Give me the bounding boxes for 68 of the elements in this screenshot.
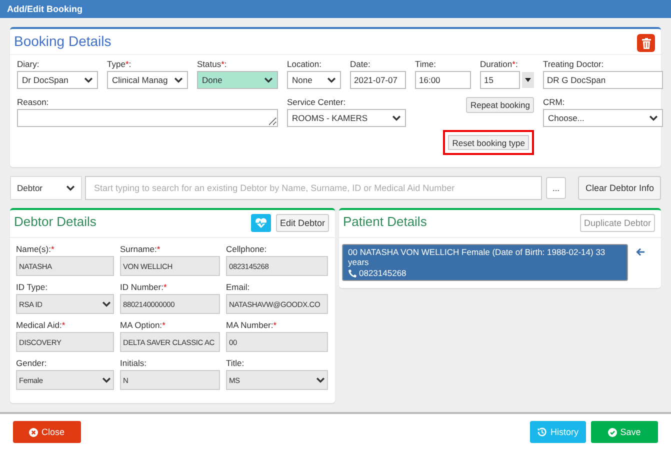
field-label: Diary: (17, 59, 40, 69)
search-field[interactable]: Start typing to search for an existing Debtor by Name, Surname, ID or Medical Aid Number (85, 176, 542, 200)
input-field[interactable]: 2021-07-07 (350, 71, 406, 89)
dropdown[interactable]: Done (197, 71, 278, 89)
arrow-left-icon (636, 248, 645, 256)
field-label: Name(s):* (16, 244, 56, 254)
patient-list-item[interactable]: 00 NATASHA VON WELLICH Female (Date of Birth: 1988-02-14) 33 years 0823145268 (342, 244, 628, 281)
input-field[interactable]: 15 (480, 71, 520, 89)
heart-pulse-icon (254, 218, 267, 228)
field-label: Duration*: (480, 59, 519, 69)
field-label: Service Center: (287, 97, 347, 107)
field-label: CRM: (543, 97, 566, 107)
trash-icon (642, 38, 650, 48)
phone-icon (348, 268, 357, 278)
close-circle-icon (29, 428, 38, 436)
field-label: MA Number:* (226, 320, 278, 330)
field-label: ID Type: (16, 282, 48, 292)
field-label: Reason: (17, 97, 50, 107)
duplicate-debtor-button[interactable]: Duplicate Debtor (580, 214, 655, 232)
dropdown[interactable]: Dr DocSpan (17, 71, 98, 89)
card-title: Booking Details (14, 33, 112, 49)
input-field[interactable]: 16:00 (415, 71, 471, 89)
field-label: Type*: (107, 59, 132, 69)
health-button[interactable] (250, 214, 271, 232)
window-title: Add/Edit Booking (7, 4, 82, 14)
caret-down-icon (525, 78, 531, 82)
input-field[interactable]: DR G DocSpan (543, 71, 663, 89)
more-button[interactable]: ... (546, 177, 566, 199)
chevron-down-icon (327, 77, 336, 83)
field-label: Date: (350, 59, 372, 69)
history-icon (537, 427, 548, 437)
card-title: Debtor Details (14, 214, 96, 229)
clear-debtor-button[interactable]: Clear Debtor Info (578, 176, 661, 200)
field-label: Email: (226, 282, 251, 292)
field-label: Cellphone: (226, 244, 268, 254)
chevron-down-icon (316, 377, 325, 383)
chevron-down-icon (102, 377, 111, 383)
field-label: Medical Aid:* (16, 320, 66, 330)
field-label: Title: (226, 358, 246, 368)
field-label: Gender: (16, 358, 48, 368)
chevron-down-icon (102, 301, 111, 307)
chevron-down-icon (264, 77, 273, 83)
delete-button[interactable] (637, 34, 655, 52)
field-label: MA Option:* (120, 320, 166, 330)
dropdown[interactable]: Clinical Manag (107, 71, 188, 89)
field-label: Treating Doctor: (543, 59, 605, 69)
chevron-down-icon (392, 115, 401, 121)
dropdown[interactable]: Debtor (10, 176, 82, 200)
card-title: Patient Details (343, 214, 427, 229)
reset-booking-type-button[interactable]: Reset booking type (443, 130, 534, 155)
dropdown-button[interactable] (522, 72, 534, 88)
repeat-booking-button[interactable]: Repeat booking (466, 97, 534, 113)
check-circle-icon (608, 428, 618, 436)
chevron-down-icon (174, 77, 183, 83)
chevron-down-icon (66, 185, 75, 191)
dropdown[interactable]: Choose... (543, 109, 663, 127)
field-label: Status*: (197, 59, 228, 69)
field-label: ID Number:* (120, 282, 168, 292)
field-label: Location: (287, 59, 322, 69)
chevron-down-icon (84, 77, 93, 83)
close-button[interactable]: Close (13, 421, 81, 443)
field-label: Initials: (120, 358, 148, 368)
edit-debtor-button[interactable]: Edit Debtor (276, 214, 329, 232)
chevron-down-icon (649, 115, 658, 121)
dropdown[interactable]: None (287, 71, 341, 89)
field-label: Time: (415, 59, 437, 69)
field-label: Surname:* (120, 244, 162, 254)
dropdown[interactable]: ROOMS - KAMERS (287, 109, 406, 127)
